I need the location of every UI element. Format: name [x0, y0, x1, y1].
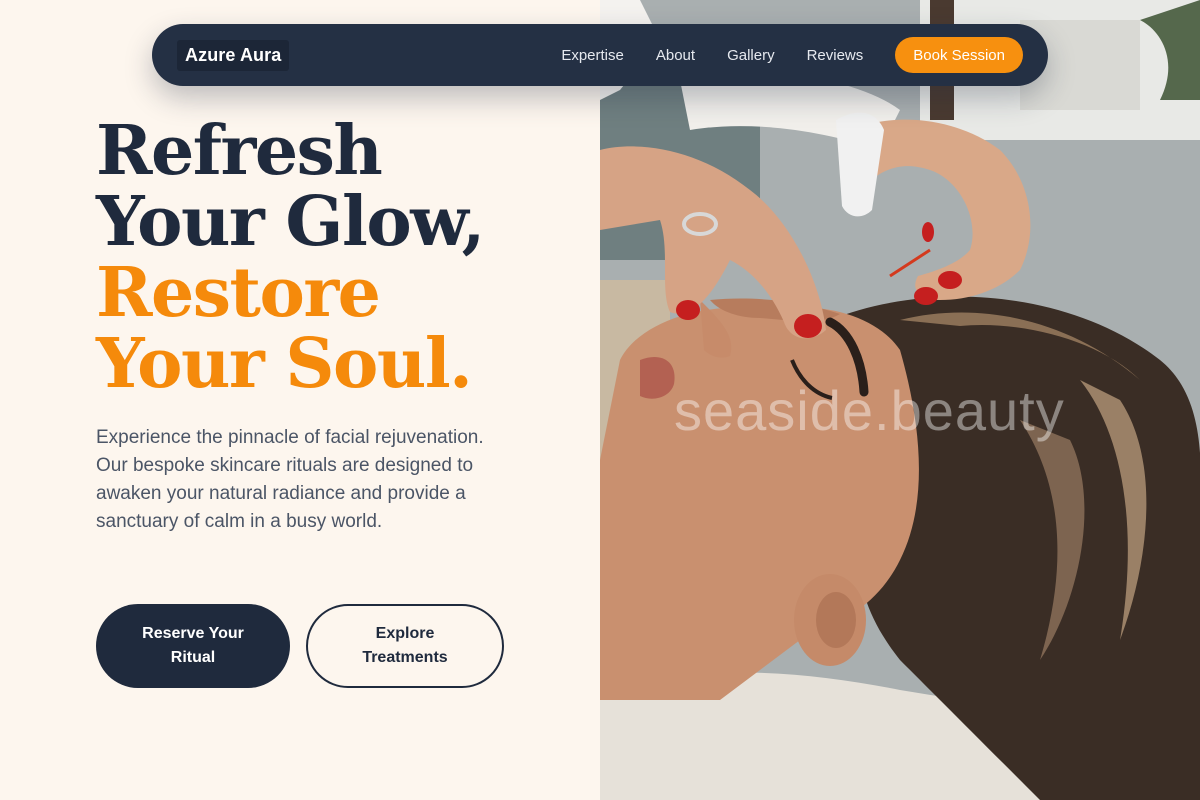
brand-logo[interactable]: Azure Aura: [177, 39, 290, 71]
explore-treatments-button[interactable]: Explore Treatments: [306, 604, 504, 688]
reserve-ritual-button[interactable]: Reserve Your Ritual: [96, 604, 290, 688]
reserve-ritual-label: Reserve Your Ritual: [142, 625, 244, 666]
headline-line-3: Restore: [96, 253, 381, 333]
nav-link-about[interactable]: About: [656, 47, 695, 64]
nav-links: Expertise About Gallery Reviews Book Ses…: [561, 37, 1023, 73]
nav-link-gallery[interactable]: Gallery: [727, 47, 775, 64]
headline-line-4: Your Soul.: [96, 324, 473, 404]
book-session-button[interactable]: Book Session: [895, 37, 1023, 73]
top-nav: Azure Aura Expertise About Gallery Revie…: [152, 24, 1048, 86]
hero-description: Experience the pinnacle of facial rejuve…: [96, 427, 484, 532]
watermark: seaside.beauty: [674, 379, 1065, 442]
nav-link-reviews[interactable]: Reviews: [807, 47, 864, 64]
hero-photo: seaside.beauty: [600, 0, 1200, 800]
hero-headline: Refresh Your Glow, Restore Your Soul.: [96, 111, 485, 404]
explore-treatments-label: Explore Treatments: [362, 625, 448, 666]
nav-link-expertise[interactable]: Expertise: [561, 47, 624, 64]
headline-line-2: Your Glow,: [96, 182, 485, 262]
headline-line-1: Refresh: [96, 111, 383, 191]
